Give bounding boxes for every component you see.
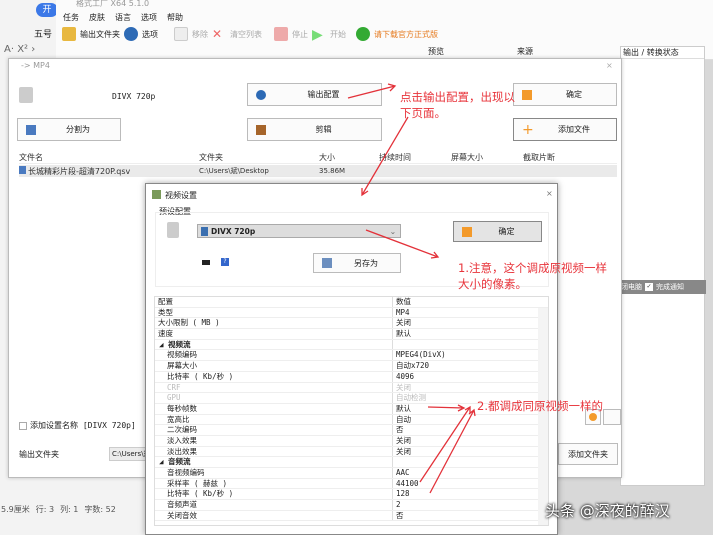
arrow-4 — [427, 404, 466, 412]
annotation-2: 1.注意，这个调成原视频一样大小的像素。 — [458, 261, 607, 291]
arrow-6 — [429, 408, 476, 494]
arrow-1 — [347, 83, 397, 99]
annotation-3: 2.都调成同原视频一样的 — [477, 399, 603, 413]
arrow-3 — [365, 229, 440, 259]
arrow-2 — [361, 116, 409, 197]
watermark: 头条 @深夜的醉汉 — [545, 502, 670, 520]
arrow-5 — [419, 405, 471, 483]
annotation-1: 点击输出配置，出现以下页面。 — [400, 90, 515, 120]
